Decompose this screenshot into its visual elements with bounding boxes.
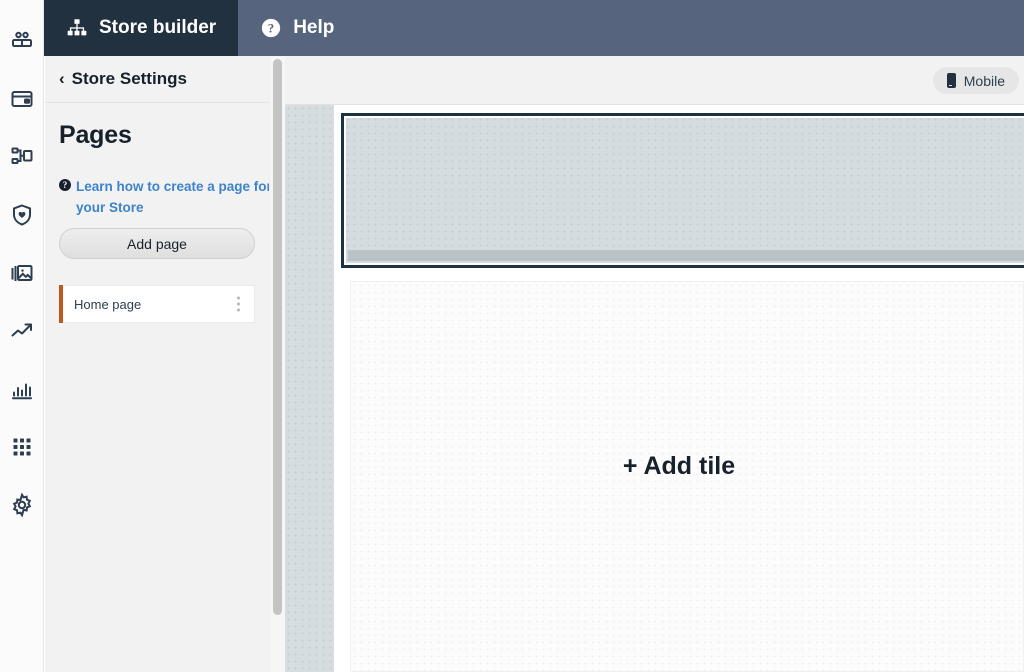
add-page-button[interactable]: Add page [59,228,255,259]
selection-outline [344,116,1024,265]
gear-icon[interactable] [7,490,37,520]
grid-apps-icon[interactable] [7,432,37,462]
scrollbar-thumb[interactable] [273,59,282,615]
tab-store-builder[interactable]: Store builder [44,0,239,56]
device-toggle-mobile[interactable]: Mobile [932,67,1019,94]
banner-widget-selected[interactable] [341,113,1024,268]
left-icon-rail [0,0,44,672]
tab-help-label: Help [293,17,335,38]
bar-chart-icon[interactable] [7,374,37,404]
back-label: Store Settings [71,69,187,88]
top-header-bar: Store builder ? Help [44,0,1024,56]
page-surface: + Add tile [334,105,1024,672]
canvas-toolbar: Mobile [285,56,1024,105]
credit-card-icon[interactable] [7,84,37,114]
pages-panel-body: Pages ? Learn how to create a page for y… [45,103,273,323]
tab-store-builder-label: Store builder [99,17,217,38]
question-circle-icon: ? [260,17,282,39]
builder-stage: + Add tile [285,105,1024,672]
learn-how-to-create-page-link[interactable]: ? Learn how to create a page for your St… [59,176,273,218]
back-to-store-settings[interactable]: ‹ Store Settings [45,56,273,103]
users-icon[interactable] [7,26,37,56]
chevron-left-icon: ‹ [59,69,65,88]
page-item-label: Home page [74,296,142,312]
add-tile-button[interactable]: + Add tile [623,452,735,481]
device-toggle-label: Mobile [963,72,1005,89]
panel-vertical-scrollbar[interactable] [269,56,285,672]
trending-up-icon[interactable] [7,316,37,346]
phone-icon [946,73,956,88]
selected-accent-bar [59,285,63,323]
page-options-menu-icon[interactable] [237,296,240,312]
list-item[interactable]: Home page [59,285,255,323]
learn-link-label: Learn how to create a page for your Stor… [76,179,272,215]
banner-horizontal-scrollbar[interactable] [348,250,1024,261]
sitemap-icon [66,17,88,39]
store-builder-app: Store builder ? Help ‹ Store Settings Pa… [0,0,1024,672]
tab-help[interactable]: ? Help [238,0,356,56]
shield-heart-icon[interactable] [7,200,37,230]
question-mark-icon: ? [59,179,71,191]
gallery-icon[interactable] [7,258,37,288]
canvas-area: Mobile + Add tile [285,56,1024,672]
page-title: Pages [59,121,132,149]
sitemap-icon[interactable] [7,142,37,172]
pages-panel: ‹ Store Settings Pages ? Learn how to cr… [45,56,273,672]
svg-text:?: ? [268,22,274,36]
